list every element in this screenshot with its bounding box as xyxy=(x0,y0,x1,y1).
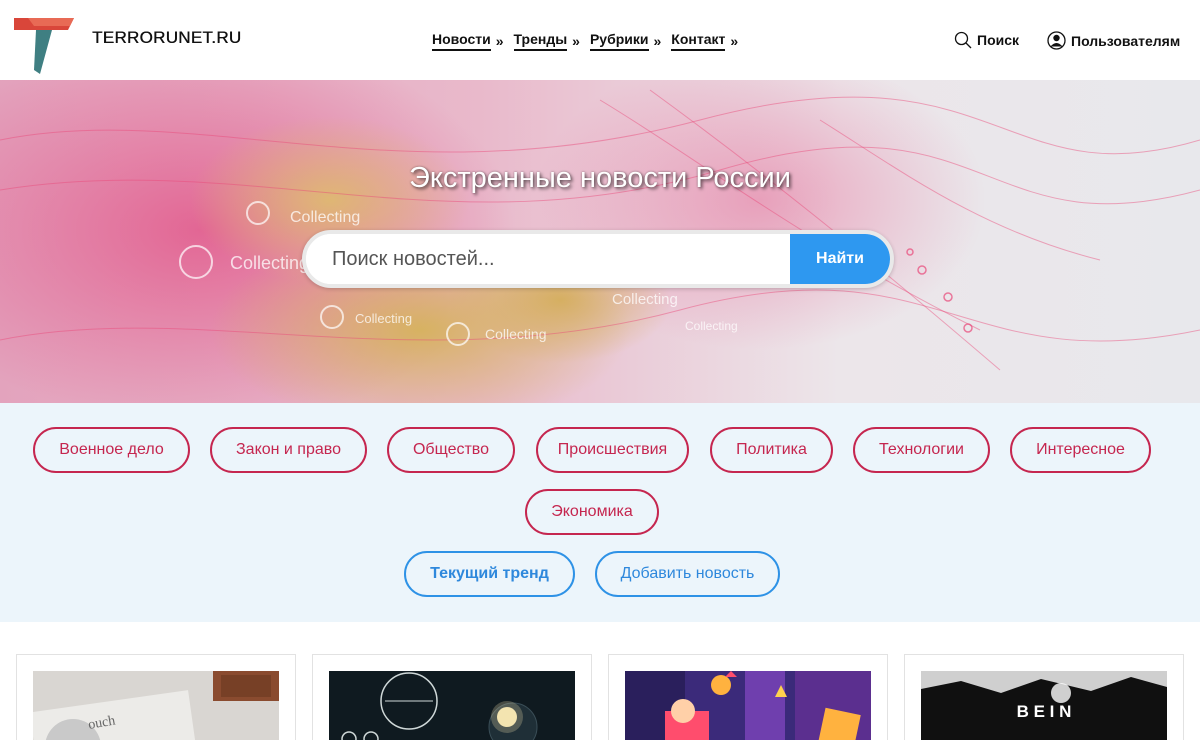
site-header: TERRORUNET.RU Новости » Тренды » Рубрики… xyxy=(0,0,1200,80)
nav-arrow: » xyxy=(495,33,504,49)
category-incidents[interactable]: Происшествия xyxy=(536,427,689,473)
news-card-image[interactable]: ouch xyxy=(33,671,279,740)
user-icon xyxy=(1047,31,1066,50)
news-card[interactable]: B E I N xyxy=(904,654,1184,740)
header-search-link[interactable]: Поиск xyxy=(954,31,1019,49)
category-politics[interactable]: Политика xyxy=(710,427,833,473)
nav-link-label[interactable]: Контакт xyxy=(671,31,726,51)
news-card[interactable] xyxy=(608,654,888,740)
category-technology[interactable]: Технологии xyxy=(853,427,990,473)
nav-item-news[interactable]: Новости » xyxy=(432,31,504,51)
users-link-label: Пользователям xyxy=(1071,32,1181,49)
nav-link-label[interactable]: Тренды xyxy=(513,31,568,51)
news-card[interactable] xyxy=(312,654,592,740)
category-law[interactable]: Закон и право xyxy=(210,427,367,473)
category-interesting[interactable]: Интересное xyxy=(1010,427,1151,473)
hero-overlay-text: Collecting xyxy=(230,253,309,273)
nav-link-label[interactable]: Новости xyxy=(432,31,491,51)
hero-search-form: Найти xyxy=(302,230,894,288)
main-nav: Новости » Тренды » Рубрики » Контакт » xyxy=(432,31,748,51)
nav-link-label[interactable]: Рубрики xyxy=(589,31,649,51)
site-name[interactable]: TERRORUNET.RU xyxy=(92,28,241,48)
nav-arrow: » xyxy=(730,33,739,49)
card-caption: B E I N xyxy=(1017,702,1072,721)
category-economy[interactable]: Экономика xyxy=(525,489,659,535)
header-users-link[interactable]: Пользователям xyxy=(1047,31,1180,50)
nav-arrow: » xyxy=(572,33,580,49)
add-news-button[interactable]: Добавить новость xyxy=(595,551,780,597)
hero-overlay-text: Collecting xyxy=(685,319,738,333)
hero-title: Экстренные новости России xyxy=(409,162,791,194)
news-search-input[interactable] xyxy=(306,234,796,284)
site-logo-icon[interactable] xyxy=(14,14,78,76)
category-military[interactable]: Военное дело xyxy=(33,427,190,473)
news-card-image[interactable] xyxy=(329,671,575,740)
current-trend-button[interactable]: Текущий тренд xyxy=(404,551,575,597)
hero-overlay-text: Collecting xyxy=(485,326,546,342)
category-section: Военное дело Закон и право Общество Прои… xyxy=(0,403,1200,622)
news-cards-section: ouch B E I N xyxy=(0,622,1200,740)
search-submit-button[interactable]: Найти xyxy=(790,234,890,284)
news-card-image[interactable] xyxy=(625,671,871,740)
news-card-image[interactable]: B E I N xyxy=(921,671,1167,740)
nav-item-rubrics[interactable]: Рубрики » xyxy=(589,31,662,51)
hero-banner: Collecting Collecting Collecting Collect… xyxy=(0,80,1200,403)
hero-overlay-text: Collecting xyxy=(290,209,360,226)
hero-overlay-text: Collecting xyxy=(612,291,678,308)
nav-item-trends[interactable]: Тренды » xyxy=(513,31,580,51)
hero-overlay-text: Collecting xyxy=(355,311,412,326)
category-society[interactable]: Общество xyxy=(387,427,515,473)
nav-arrow: » xyxy=(653,33,662,49)
news-card[interactable]: ouch xyxy=(16,654,296,740)
search-link-label: Поиск xyxy=(977,32,1020,48)
nav-item-contact[interactable]: Контакт » xyxy=(671,31,738,51)
search-icon xyxy=(954,31,972,49)
